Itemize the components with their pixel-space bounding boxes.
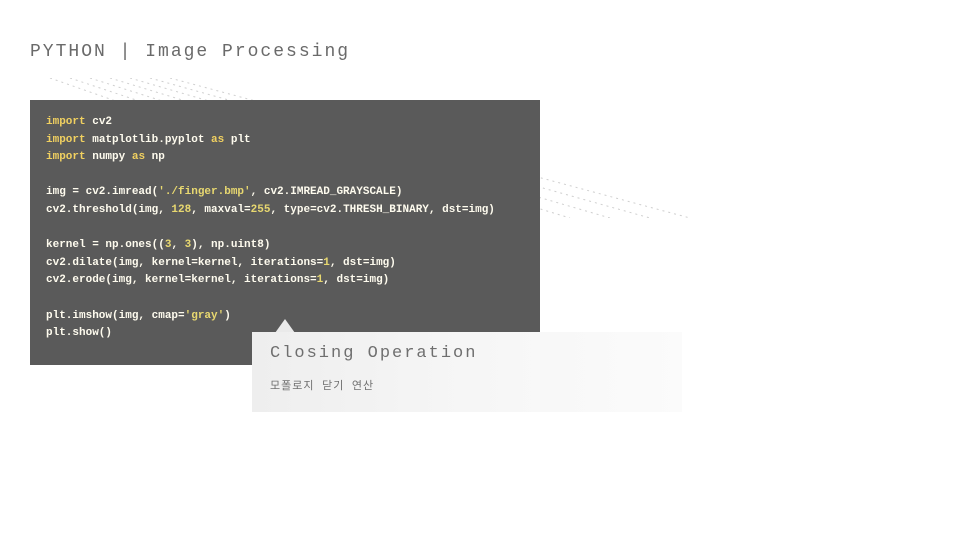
code-token — [145, 151, 152, 163]
code-token — [46, 169, 53, 181]
code-token: cv2.threshold(img, — [46, 204, 171, 216]
code-token: plt — [231, 134, 251, 146]
code-token: cv2.erode(img, kernel=kernel, iterations… — [46, 274, 317, 286]
code-token: cv2 — [92, 116, 112, 128]
callout-subtitle: 모폴로지 닫기 연산 — [270, 377, 664, 393]
code-line: kernel = np.ones((3, 3), np.uint8) — [46, 237, 524, 255]
code-line: cv2.erode(img, kernel=kernel, iterations… — [46, 272, 524, 290]
code-token: 255 — [251, 204, 271, 216]
code-line: import cv2 — [46, 114, 524, 132]
code-line: cv2.threshold(img, 128, maxval=255, type… — [46, 202, 524, 220]
code-token — [125, 151, 132, 163]
code-token: import — [46, 151, 86, 163]
code-token: matplotlib.pyplot — [92, 134, 204, 146]
code-token: 1 — [323, 257, 330, 269]
code-token: , cv2.IMREAD_GRAYSCALE) — [251, 186, 403, 198]
code-line — [46, 220, 524, 238]
code-token: 'gray' — [185, 310, 225, 322]
code-token: './finger.bmp' — [158, 186, 250, 198]
code-token: , — [171, 239, 184, 251]
code-token: import — [46, 116, 86, 128]
code-token — [46, 222, 53, 234]
code-token: ) — [224, 310, 231, 322]
callout-box: Closing Operation 모폴로지 닫기 연산 — [252, 332, 682, 412]
code-token: ), np.uint8) — [191, 239, 270, 251]
code-token: as — [132, 151, 145, 163]
code-line: cv2.dilate(img, kernel=kernel, iteration… — [46, 255, 524, 273]
code-token: plt.show() — [46, 327, 112, 339]
code-line: img = cv2.imread('./finger.bmp', cv2.IMR… — [46, 184, 524, 202]
code-token: , maxval= — [191, 204, 250, 216]
code-token: , dst=img) — [330, 257, 396, 269]
code-token: , dst=img) — [323, 274, 389, 286]
slide: PYTHON | Image Processing import cv2impo… — [0, 0, 960, 540]
callout-title: Closing Operation — [270, 344, 664, 363]
callout-pointer-icon — [275, 319, 295, 333]
code-line — [46, 290, 524, 308]
code-token: kernel = np.ones(( — [46, 239, 165, 251]
code-token: plt.imshow(img, cmap= — [46, 310, 185, 322]
code-token — [224, 134, 231, 146]
code-token — [46, 292, 53, 304]
code-line — [46, 167, 524, 185]
page-title: PYTHON | Image Processing — [30, 42, 350, 62]
code-token: numpy — [92, 151, 125, 163]
code-token: img = cv2.imread( — [46, 186, 158, 198]
code-line: import matplotlib.pyplot as plt — [46, 132, 524, 150]
code-token: 128 — [171, 204, 191, 216]
code-token: import — [46, 134, 86, 146]
code-token: cv2.dilate(img, kernel=kernel, iteration… — [46, 257, 323, 269]
code-token: , type=cv2.THRESH_BINARY, dst=img) — [270, 204, 494, 216]
code-token: np — [152, 151, 165, 163]
code-line: import numpy as np — [46, 149, 524, 167]
code-token: as — [211, 134, 224, 146]
